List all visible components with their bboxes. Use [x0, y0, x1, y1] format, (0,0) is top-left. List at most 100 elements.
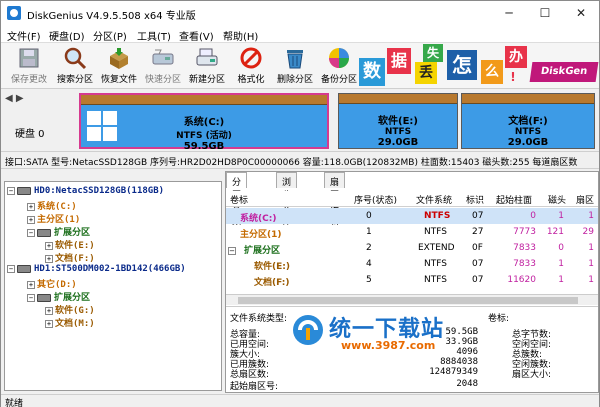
row-label: 系统(C:) — [240, 214, 277, 224]
menu-disk[interactable]: 硬盘(D) — [49, 28, 85, 43]
format-button[interactable]: 格式化 — [229, 45, 273, 87]
menu-help[interactable]: 帮助(H) — [223, 28, 258, 43]
tab-sector-edit[interactable]: 扇区编辑 — [324, 172, 346, 227]
tree-node-software-g[interactable]: + 软件(G:) — [45, 303, 95, 316]
table-row[interactable]: 主分区(1) 1 NTFS 27 7773 121 29 — [226, 224, 598, 240]
table-row[interactable]: 系统(C:) 0 NTFS 07 0 1 1 — [226, 208, 598, 224]
row-index: 1 — [366, 227, 372, 237]
partition-usage-bar — [462, 94, 594, 104]
tree-node-docs-m[interactable]: + 文档(M:) — [45, 316, 95, 329]
col-index[interactable]: 序号(状态) — [354, 193, 397, 206]
expand-icon[interactable]: + — [45, 241, 53, 250]
col-label[interactable]: 卷标 — [230, 193, 248, 206]
row-index: 5 — [366, 275, 372, 285]
expand-icon[interactable]: + — [27, 202, 35, 211]
save-icon — [17, 46, 41, 70]
col-start-cyl[interactable]: 起始柱面 — [496, 193, 532, 206]
tree-node-other-d[interactable]: + 其它(D:) — [27, 277, 77, 290]
quick-partition-button[interactable]: 快速分区 — [141, 45, 185, 87]
hard-disk-icon — [17, 264, 31, 273]
expand-icon[interactable]: + — [45, 254, 53, 263]
tree-node-primary-1[interactable]: + 主分区(1) — [27, 212, 80, 225]
format-label: 格式化 — [237, 75, 265, 85]
app-logo-icon — [7, 6, 21, 20]
tree-node-extended[interactable]: − 扩展分区 — [27, 225, 90, 238]
row-label: − 扩展分区 — [228, 246, 281, 256]
backup-partition-button[interactable]: 备份分区 — [317, 45, 361, 87]
tab-partition-params[interactable]: 分区参数 — [226, 172, 248, 227]
save-label: 保存更改 — [10, 75, 47, 85]
row-cyl: 7773 — [513, 227, 536, 237]
collapse-icon[interactable]: − — [27, 293, 35, 302]
new-partition-button[interactable]: 新建分区 — [185, 45, 229, 87]
expand-icon[interactable]: + — [27, 280, 35, 289]
status-bar: 就绪 — [1, 394, 599, 407]
recover-box-icon — [107, 46, 131, 70]
sector-size-label: 扇区大小: — [512, 370, 552, 380]
expand-icon[interactable]: + — [45, 319, 53, 328]
recover-files-button[interactable]: 恢复文件 — [97, 45, 141, 87]
fs-type-label: 文件系统类型: — [230, 314, 288, 324]
partition-size: 29.0GB — [377, 137, 419, 148]
tree-node-docs-f[interactable]: + 文档(F:) — [45, 251, 95, 264]
save-changes-button[interactable]: 保存更改 — [7, 45, 51, 87]
tab-browse-files[interactable]: 浏览文件 — [276, 172, 298, 227]
collapse-icon[interactable]: − — [7, 264, 15, 273]
col-sector[interactable]: 扇区 — [576, 193, 594, 206]
partition-docs-f[interactable]: 文档(F:) NTFS 29.0GB — [461, 93, 595, 149]
tree-node-system-c[interactable]: + 系统(C:) — [27, 199, 77, 212]
tree-node-hd0[interactable]: − HD0:NetacSSD128GB(118GB) — [7, 186, 164, 196]
maximize-button[interactable]: ☐ — [527, 1, 563, 25]
horizontal-scrollbar[interactable] — [226, 294, 598, 305]
row-id: 07 — [472, 275, 484, 285]
close-button[interactable]: ✕ — [563, 1, 599, 25]
table-row[interactable]: 软件(E:) 4 NTFS 07 7833 1 1 — [226, 256, 598, 272]
row-index: 0 — [366, 211, 372, 221]
tree-node-extended-2[interactable]: − 扩展分区 — [27, 290, 90, 303]
expand-icon[interactable]: + — [45, 306, 53, 315]
table-row[interactable]: − 扩展分区 2 EXTEND 0F 7833 0 1 — [226, 240, 598, 256]
col-head[interactable]: 磁头 — [548, 193, 566, 206]
row-id: 0F — [472, 243, 483, 253]
start-sector-label: 起始扇区号: — [230, 382, 279, 392]
format-icon — [239, 46, 263, 70]
partition-fs: NTFS — [384, 127, 412, 137]
search-icon — [63, 46, 87, 70]
menu-partition[interactable]: 分区(P) — [93, 28, 127, 43]
row-head: 0 — [558, 243, 564, 253]
menu-file[interactable]: 文件(F) — [7, 28, 41, 43]
row-sector: 1 — [588, 275, 594, 285]
quick-partition-label: 快速分区 — [144, 75, 181, 85]
promo-banner[interactable]: 数 据 丢 失 怎 么 办 ! DiskGen — [357, 44, 599, 88]
tree-node-hd1[interactable]: − HD1:ST500DM002-1BD142(466GB) — [7, 264, 186, 274]
menu-tools[interactable]: 工具(T) — [137, 28, 171, 43]
expand-icon[interactable]: + — [27, 215, 35, 224]
collapse-icon[interactable]: − — [27, 228, 35, 237]
col-filesystem[interactable]: 文件系统 — [416, 193, 452, 206]
table-row[interactable]: 文档(F:) 5 NTFS 07 11620 1 1 — [226, 272, 598, 288]
delete-partition-button[interactable]: 删除分区 — [273, 45, 317, 87]
partition-system-c[interactable]: 系统(C:) NTFS (活动) 59.5GB — [79, 93, 329, 152]
row-head: 121 — [546, 227, 564, 237]
scrollbar-thumb[interactable] — [238, 297, 578, 304]
window-title: DiskGenius V4.9.5.508 x64 专业版 — [27, 11, 196, 22]
row-sector: 29 — [582, 227, 594, 237]
row-index: 4 — [366, 259, 372, 269]
partition-name: 软件(E:) — [378, 116, 418, 127]
collapse-icon[interactable]: − — [7, 186, 15, 195]
disk-nav-arrows[interactable]: ◀ ▶ — [5, 93, 24, 104]
partition-software-e[interactable]: 软件(E:) NTFS 29.0GB — [338, 93, 458, 149]
minimize-button[interactable]: ─ — [491, 1, 527, 25]
partition-fs: NTFS — [514, 127, 542, 137]
row-cyl: 7833 — [513, 259, 536, 269]
total-sectors-value: 124879349 — [429, 367, 478, 377]
tree-node-software-e[interactable]: + 软件(E:) — [45, 238, 95, 251]
used-clusters-value: 8884038 — [440, 357, 478, 367]
banner-char-5: 怎 — [447, 50, 477, 80]
search-partition-button[interactable]: 搜索分区 — [53, 45, 97, 87]
row-id: 27 — [472, 227, 484, 237]
menu-view[interactable]: 查看(V) — [179, 28, 214, 43]
col-id[interactable]: 标识 — [466, 193, 484, 206]
drive-icon — [37, 293, 51, 302]
start-sector-value: 2048 — [456, 379, 478, 389]
